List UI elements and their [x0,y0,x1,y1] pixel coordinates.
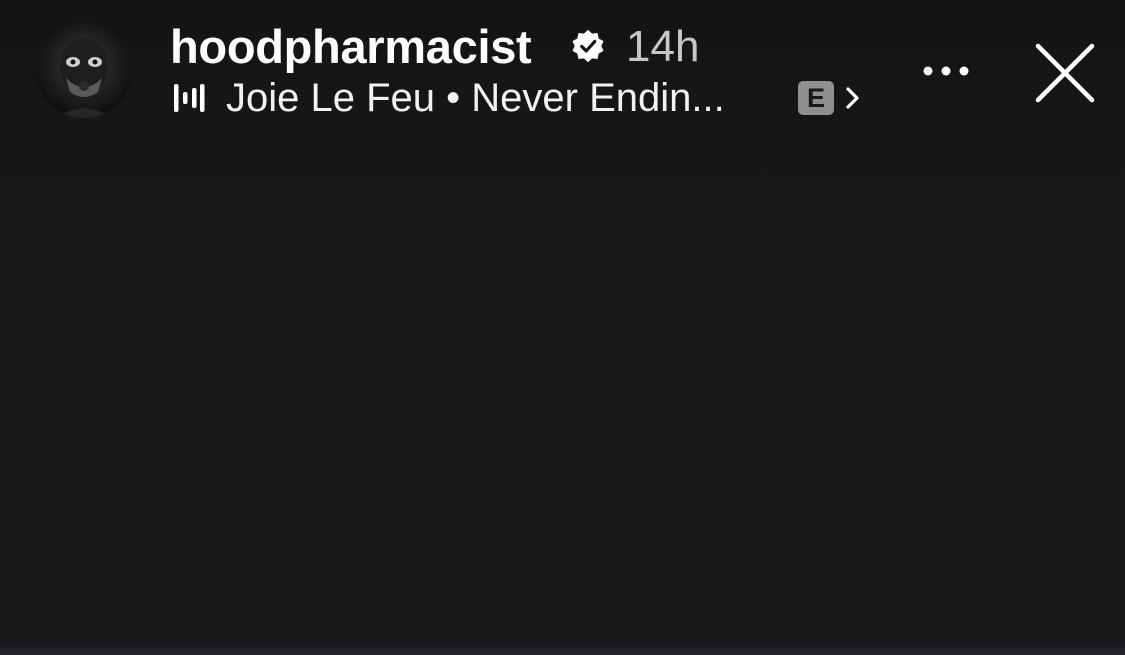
more-options-icon[interactable] [918,55,974,87]
story-header: hoodpharmacist 14h Joie Le Feu • Never E… [0,0,1125,140]
close-icon[interactable] [1030,38,1100,108]
music-waveform-icon [174,84,205,112]
post-timestamp: 14h [626,22,700,71]
username[interactable]: hoodpharmacist [170,20,532,74]
bottom-edge [0,641,1125,655]
profile-avatar[interactable] [36,22,132,118]
verified-badge-icon [572,29,604,63]
avatar-image [36,22,132,118]
music-track-info[interactable]: Joie Le Feu • Never Endin... [226,74,725,122]
explicit-badge: E [798,81,834,115]
chevron-right-icon[interactable] [842,84,864,112]
